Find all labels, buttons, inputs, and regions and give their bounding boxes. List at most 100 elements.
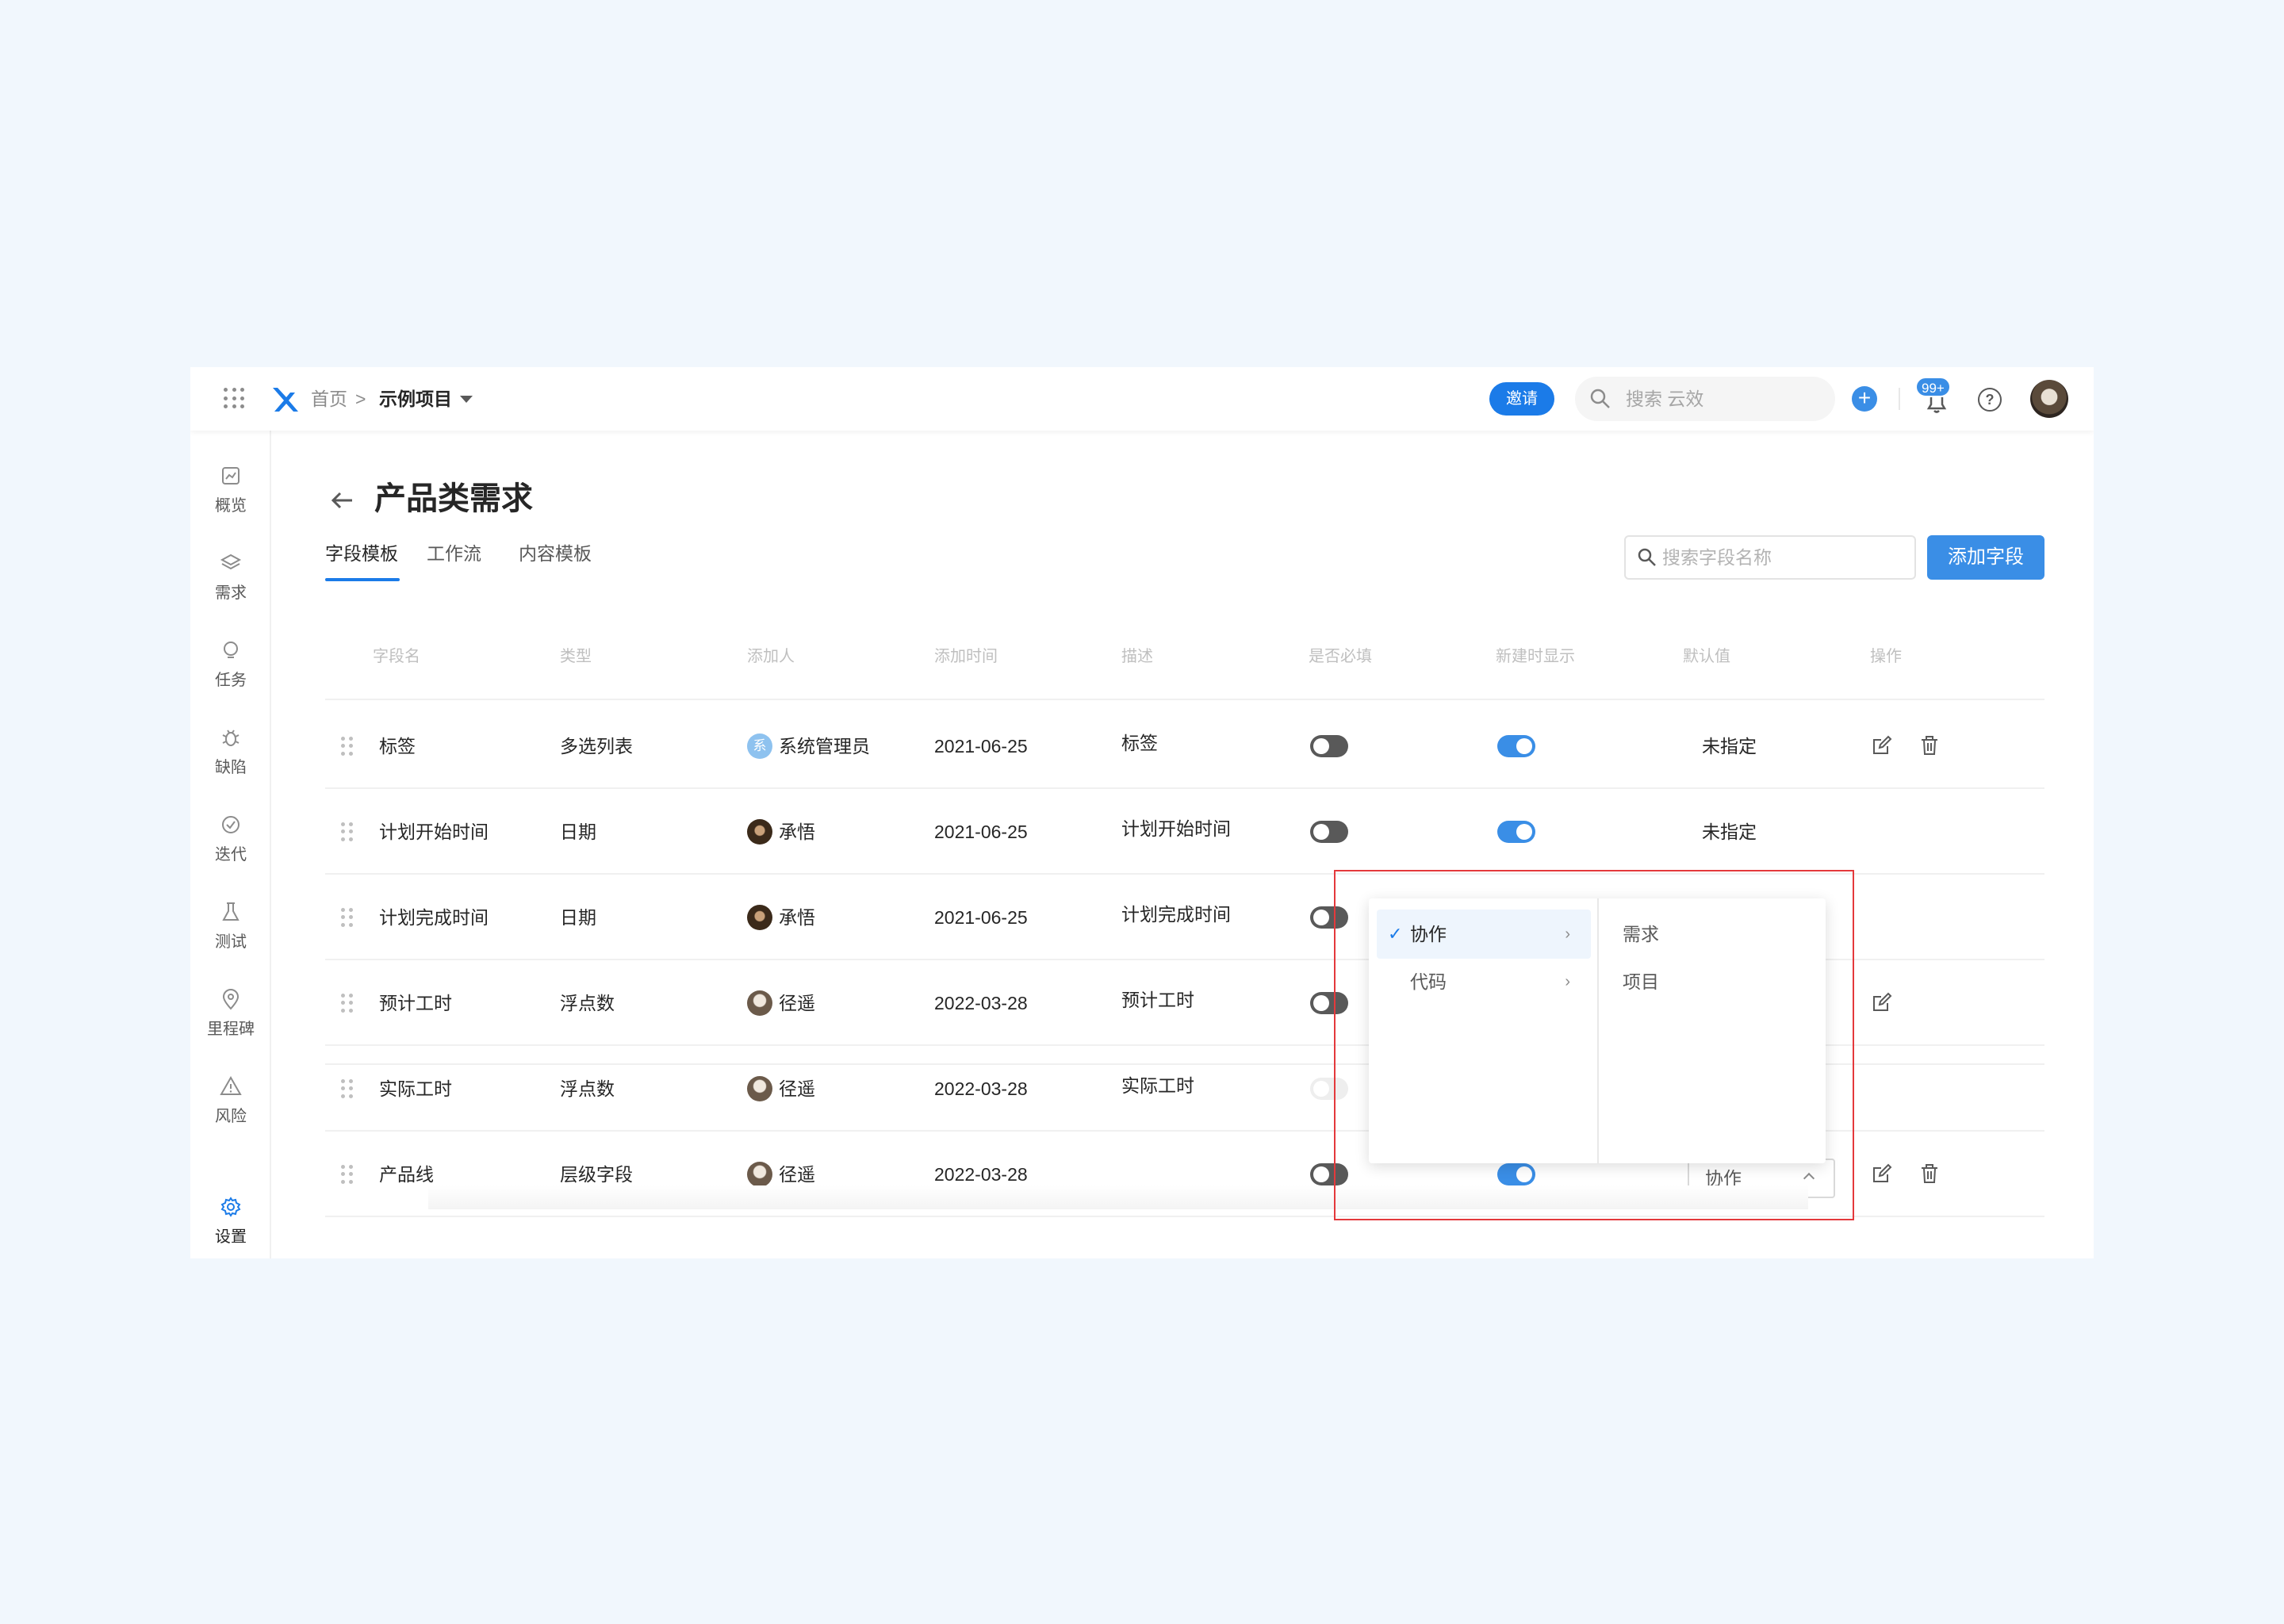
required-toggle[interactable] (1310, 735, 1348, 757)
cell-type: 日期 (560, 822, 596, 842)
drag-handle-icon[interactable] (341, 1165, 354, 1184)
header-required: 是否必填 (1309, 648, 1372, 665)
header-actions: 操作 (1870, 648, 1902, 665)
cell-adder: 承悟 (747, 875, 815, 960)
cell-field-name: 产品线 (379, 1164, 434, 1185)
cell-adder: 系系统管理员 (747, 703, 870, 789)
drag-handle-icon[interactable] (341, 994, 354, 1013)
gear-icon (220, 1197, 241, 1217)
avatar (747, 990, 772, 1016)
header-default-value: 默认值 (1683, 648, 1730, 665)
sidebar-item-overview[interactable]: 概览 (190, 464, 271, 515)
avatar (747, 904, 772, 930)
edit-icon[interactable] (1870, 733, 1894, 757)
cell-date: 2021-06-25 (934, 907, 1028, 928)
help-icon[interactable]: ? (1978, 388, 2002, 412)
cell-description: 预计工时 (1121, 990, 1194, 1010)
pin-icon (222, 989, 240, 1010)
header-adder: 添加人 (747, 648, 795, 665)
header-description: 描述 (1121, 648, 1153, 665)
avatar (747, 1161, 772, 1187)
global-search-input[interactable]: 搜索 云效 (1575, 377, 1835, 421)
drag-handle-icon[interactable] (341, 737, 354, 756)
app-grid-icon[interactable] (224, 388, 246, 410)
cell-field-name: 计划完成时间 (379, 907, 489, 928)
trash-icon[interactable] (1918, 733, 1941, 757)
user-avatar[interactable] (2030, 380, 2068, 418)
invite-button[interactable]: 邀请 (1489, 382, 1554, 416)
notification-badge: 99+ (1915, 377, 1951, 397)
header-field-name: 字段名 (373, 648, 420, 665)
breadcrumb-separator: > (355, 389, 366, 409)
cell-field-name: 计划开始时间 (379, 822, 489, 842)
search-icon (1590, 389, 1610, 408)
drag-handle-icon[interactable] (341, 908, 354, 927)
show-on-create-toggle[interactable] (1497, 735, 1535, 757)
sidebar-item-testing[interactable]: 测试 (190, 900, 271, 952)
field-search-input[interactable]: 搜索字段名称 (1624, 535, 1916, 580)
sidebar-item-requirements[interactable]: 需求 (190, 551, 271, 603)
show-on-create-toggle[interactable] (1497, 821, 1535, 843)
flask-icon (222, 902, 240, 921)
cell-description: 标签 (1121, 733, 1158, 753)
tab-field-template[interactable]: 字段模板 (325, 540, 398, 567)
cell-description: 计划完成时间 (1121, 904, 1231, 925)
logo-icon[interactable] (268, 383, 300, 415)
table-row[interactable]: 计划开始时间 日期 承悟 2021-06-25 计划开始时间 未指定 (325, 789, 2044, 875)
avatar: 系 (747, 733, 772, 759)
cell-date: 2021-06-25 (934, 736, 1028, 756)
edit-icon[interactable] (1870, 1162, 1894, 1185)
add-field-button[interactable]: 添加字段 (1927, 535, 2044, 580)
page-title: 产品类需求 (374, 481, 533, 516)
cell-adder: 径遥 (747, 960, 815, 1046)
bug-icon (222, 730, 240, 746)
field-search-placeholder: 搜索字段名称 (1662, 547, 1772, 568)
global-search-placeholder: 搜索 云效 (1626, 389, 1704, 409)
create-plus-button[interactable]: + (1852, 386, 1877, 412)
cell-type: 多选列表 (560, 736, 633, 756)
breadcrumb-project[interactable]: 示例项目 (379, 386, 452, 412)
cell-date: 2022-03-28 (934, 1078, 1028, 1099)
drag-handle-icon[interactable] (341, 822, 354, 841)
header-add-time: 添加时间 (934, 648, 998, 665)
sidebar-item-milestones[interactable]: 里程碑 (190, 987, 271, 1039)
sidebar-item-risks[interactable]: 风险 (190, 1074, 271, 1126)
highlight-box (1334, 870, 1854, 1220)
cell-field-name: 预计工时 (379, 993, 452, 1013)
cell-type: 浮点数 (560, 993, 615, 1013)
cell-type: 浮点数 (560, 1078, 615, 1099)
sidebar: 概览 需求 任务 缺陷 迭代 测试 里程碑 风险 设置 (190, 431, 271, 1258)
table-header-divider (325, 699, 2044, 700)
cycle-icon (222, 816, 240, 833)
drag-handle-icon[interactable] (341, 1079, 354, 1098)
active-tab-indicator (325, 578, 400, 581)
top-bar: 首页 > 示例项目 邀请 搜索 云效 + 99+ ? (190, 367, 2094, 431)
layers-icon (220, 553, 242, 570)
back-arrow-icon[interactable] (328, 486, 357, 515)
header-show-on-create: 新建时显示 (1496, 648, 1575, 665)
chart-icon (222, 467, 240, 485)
avatar (747, 818, 772, 845)
table-row[interactable]: 标签 多选列表 系系统管理员 2021-06-25 标签 未指定 (325, 703, 2044, 789)
sidebar-item-settings[interactable]: 设置 (190, 1195, 271, 1247)
trash-icon[interactable] (1918, 1162, 1941, 1185)
tab-content-template[interactable]: 内容模板 (519, 540, 592, 567)
cell-date: 2022-03-28 (934, 993, 1028, 1013)
bulb-icon (224, 642, 238, 658)
cell-field-name: 实际工时 (379, 1078, 452, 1099)
cell-date: 2021-06-25 (934, 822, 1028, 842)
sidebar-item-bugs[interactable]: 缺陷 (190, 726, 271, 777)
cell-field-name: 标签 (379, 736, 416, 756)
cell-default-value: 未指定 (1702, 736, 1757, 756)
chevron-down-icon[interactable] (460, 396, 473, 403)
sidebar-item-tasks[interactable]: 任务 (190, 638, 271, 690)
cell-type: 日期 (560, 907, 596, 928)
edit-icon[interactable] (1870, 990, 1894, 1014)
required-toggle[interactable] (1310, 821, 1348, 843)
sidebar-item-iterations[interactable]: 迭代 (190, 813, 271, 864)
cell-default-value: 未指定 (1702, 822, 1757, 842)
breadcrumb-home[interactable]: 首页 (311, 386, 347, 412)
search-icon (1638, 548, 1656, 566)
tab-workflow[interactable]: 工作流 (427, 540, 481, 567)
avatar (747, 1075, 772, 1101)
